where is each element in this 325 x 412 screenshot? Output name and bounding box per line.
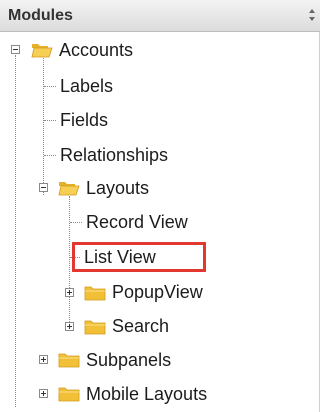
panel-title: Modules — [8, 7, 73, 24]
modules-panel: Modules Accounts Labels Fields Relations… — [0, 0, 320, 412]
tree-item-layouts[interactable]: Layouts — [86, 177, 149, 199]
collapse-toggle-layouts[interactable] — [39, 183, 48, 192]
folder-icon — [84, 286, 106, 301]
tree-item-record-view[interactable]: Record View — [86, 211, 188, 233]
tree-item-fields[interactable]: Fields — [60, 109, 108, 131]
collapse-toggle-accounts[interactable] — [11, 45, 20, 54]
tree-connector-root — [15, 55, 16, 407]
tree-item-relationships[interactable]: Relationships — [60, 144, 168, 166]
tree-item-subpanels[interactable]: Subpanels — [86, 349, 171, 371]
tree-item-popupview[interactable]: PopupView — [112, 281, 203, 303]
tree-connector — [44, 120, 56, 121]
tree-item-accounts[interactable]: Accounts — [59, 39, 133, 61]
panel-header: Modules — [0, 0, 320, 32]
tree-item-mobile-layouts[interactable]: Mobile Layouts — [86, 383, 207, 405]
folder-open-icon — [58, 182, 80, 196]
tree-item-labels[interactable]: Labels — [60, 75, 113, 97]
expand-toggle-search[interactable] — [65, 322, 74, 331]
folder-icon — [84, 320, 106, 335]
folder-icon — [58, 353, 80, 368]
tree-connector — [44, 86, 56, 87]
tree-connector-accounts — [43, 58, 44, 195]
tree-connector — [70, 222, 82, 223]
expand-toggle-subpanels[interactable] — [39, 355, 48, 364]
list-view-highlight — [72, 242, 206, 272]
expand-toggle-mobile-layouts[interactable] — [39, 389, 48, 398]
sort-arrows-icon[interactable] — [308, 8, 316, 22]
folder-open-icon — [31, 44, 53, 58]
folder-icon — [58, 387, 80, 402]
expand-toggle-popupview[interactable] — [65, 288, 74, 297]
tree-item-search[interactable]: Search — [112, 315, 169, 337]
tree-connector — [44, 155, 56, 156]
tree-connector-layouts — [69, 196, 70, 326]
